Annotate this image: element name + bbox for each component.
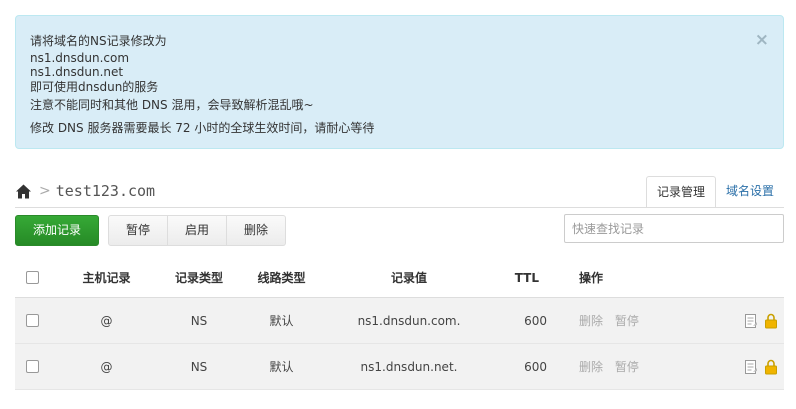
row-check-cell: [15, 314, 49, 327]
add-record-button[interactable]: 添加记录: [15, 215, 99, 246]
row-host: @: [100, 313, 113, 328]
close-notice-button[interactable]: ×: [755, 30, 769, 50]
row-ttl: 600: [524, 313, 547, 328]
row-delete-link[interactable]: 删除: [579, 360, 603, 374]
breadcrumb: > test123.com: [15, 181, 155, 201]
row-ops: 删除 暂停: [549, 312, 659, 329]
header-line: 线路类型: [257, 271, 306, 285]
row-type: NS: [190, 313, 208, 328]
table-row: @ NS 默认 ns1.dnsdun.net. 600 删除 暂停: [15, 344, 784, 390]
row-pause-link[interactable]: 暂停: [615, 314, 639, 328]
notice-propagation: 修改 DNS 服务器需要最长 72 小时的全球生效时间，请耐心等待: [30, 121, 375, 135]
records-table: 主机记录 记录类型 线路类型 记录值 TTL 操作 @ NS 默认 ns1.dn…: [15, 258, 784, 390]
row-checkbox[interactable]: [25, 314, 39, 327]
notice-warning: 注意不能同时和其他 DNS 混用，会导致解析混乱哦~: [30, 98, 314, 112]
notice-line: 请将域名的NS记录修改为: [30, 34, 167, 48]
header-ttl: TTL: [514, 270, 539, 285]
header-ops: 操作: [579, 271, 604, 285]
row-pause-link[interactable]: 暂停: [615, 360, 639, 374]
dns-notice: × 请将域名的NS记录修改为 ns1.dnsdun.com ns1.dnsdun…: [15, 15, 784, 149]
row-icons: [659, 359, 784, 375]
row-host: @: [100, 359, 113, 374]
header-host: 主机记录: [82, 271, 131, 285]
header-type: 记录类型: [174, 271, 223, 285]
breadcrumb-separator: >: [39, 183, 51, 199]
row-checkbox[interactable]: [25, 360, 39, 373]
note-icon[interactable]: [744, 359, 758, 375]
home-icon[interactable]: [15, 183, 32, 200]
search-input[interactable]: [564, 214, 784, 243]
row-ttl: 600: [524, 359, 547, 374]
tab-domain-settings[interactable]: 域名设置: [716, 176, 784, 208]
tab-divider: [15, 207, 784, 208]
row-value: ns1.dnsdun.com.: [357, 313, 461, 328]
row-line: 默认: [269, 314, 294, 328]
row-value: ns1.dnsdun.net.: [360, 359, 458, 374]
nameserver-1: ns1.dnsdun.com: [30, 51, 130, 65]
table-header: 主机记录 记录类型 线路类型 记录值 TTL 操作: [15, 258, 784, 298]
row-icons: [659, 313, 784, 329]
bulk-action-group: 暂停 启用 删除: [108, 215, 286, 246]
lock-icon[interactable]: [764, 359, 778, 375]
enable-button[interactable]: 启用: [168, 215, 227, 246]
notice-line: 即可使用dnsdun的服务: [30, 80, 159, 94]
table-row: @ NS 默认 ns1.dnsdun.com. 600 删除 暂停: [15, 298, 784, 344]
tab-record-management[interactable]: 记录管理: [645, 176, 716, 208]
delete-button[interactable]: 删除: [227, 215, 286, 246]
lock-icon[interactable]: [764, 313, 778, 329]
pause-button[interactable]: 暂停: [108, 215, 168, 246]
header-value: 记录值: [390, 271, 427, 285]
row-delete-link[interactable]: 删除: [579, 314, 603, 328]
note-icon[interactable]: [744, 313, 758, 329]
tab-bar: 记录管理 域名设置: [645, 176, 784, 208]
row-line: 默认: [269, 360, 294, 374]
domain-name: test123.com: [55, 182, 156, 200]
row-type: NS: [190, 359, 208, 374]
row-check-cell: [15, 360, 49, 373]
row-ops: 删除 暂停: [549, 358, 659, 375]
nameserver-2: ns1.dnsdun.net: [30, 65, 124, 79]
select-all-cell: [15, 271, 49, 284]
select-all-checkbox[interactable]: [25, 271, 39, 284]
